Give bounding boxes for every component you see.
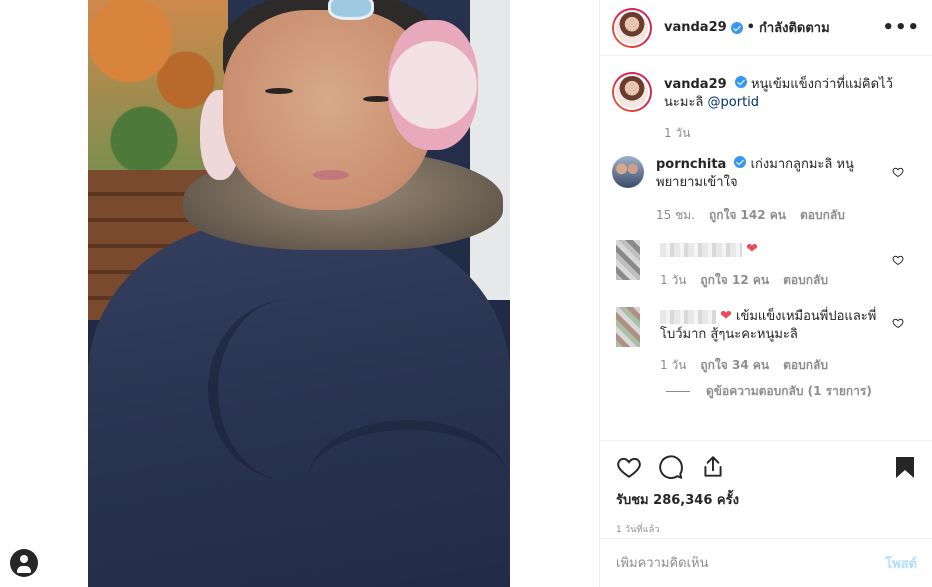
comment-time[interactable]: 1 วัน xyxy=(660,271,686,289)
view-replies-button[interactable]: ดูข้อความตอบกลับ (1 รายการ) xyxy=(666,382,916,401)
share-icon[interactable] xyxy=(700,454,726,480)
post-header: vanda29 • กำลังติดตาม ••• xyxy=(600,0,932,56)
post-photo[interactable] xyxy=(88,0,510,587)
views-suffix: ครั้ง xyxy=(716,493,739,508)
comment-like-heart-icon[interactable] xyxy=(892,254,904,266)
photo-eye xyxy=(363,96,391,102)
post-time-ago[interactable]: 1 วันที่แล้ว xyxy=(616,522,917,536)
comment-item: ❤ 1 วัน ถูกใจ 12 คน ตอบกลับ xyxy=(612,240,916,289)
commenter-avatar-blurred[interactable] xyxy=(616,307,640,347)
commenter-avatar[interactable] xyxy=(612,156,644,188)
caption-avatar-image xyxy=(614,74,650,110)
verified-badge-icon xyxy=(730,21,743,34)
caption-body: vanda29 หนูเข้มแข็งกว่าที่แม่คิดไว้นะมะล… xyxy=(664,72,902,142)
comment-like-heart-icon[interactable] xyxy=(892,166,904,178)
more-options-icon[interactable]: ••• xyxy=(882,17,920,38)
media-pane xyxy=(0,0,599,587)
comment-meta: 1 วัน ถูกใจ 12 คน ตอบกลับ xyxy=(660,271,898,289)
comment-likes[interactable]: ถูกใจ 34 คน xyxy=(700,356,769,374)
photo-hair-clip xyxy=(328,0,374,20)
caption-item: vanda29 หนูเข้มแข็งกว่าที่แม่คิดไว้นะมะล… xyxy=(612,72,916,142)
user-body-shape xyxy=(17,566,31,573)
comment-likes[interactable]: ถูกใจ 12 คน xyxy=(700,271,769,289)
comment-time[interactable]: 1 วัน xyxy=(660,356,686,374)
add-comment-input[interactable] xyxy=(616,555,886,571)
photo-coat-fold xyxy=(308,420,508,540)
comment-username-blurred xyxy=(660,309,716,324)
like-heart-icon[interactable] xyxy=(616,454,642,480)
user-head-shape xyxy=(20,555,28,563)
author-username[interactable]: vanda29 xyxy=(664,20,727,35)
comment-likes[interactable]: ถูกใจ 142 คน xyxy=(709,206,786,224)
red-heart-emoji: ❤ xyxy=(746,241,758,257)
photo-background-wall xyxy=(470,0,510,300)
author-avatar[interactable] xyxy=(612,7,652,48)
following-button[interactable]: กำลังติดตาม xyxy=(759,17,830,38)
red-heart-emoji: ❤ xyxy=(720,308,732,324)
comment-time[interactable]: 15 ชม. xyxy=(656,206,695,224)
view-replies-line xyxy=(666,391,690,392)
comment-meta: 15 ชม. ถูกใจ 142 คน ตอบกลับ xyxy=(656,206,894,224)
comment-body: ❤ 1 วัน ถูกใจ 12 คน ตอบกลับ xyxy=(660,240,898,289)
caption-mention-link[interactable]: @portid xyxy=(708,95,760,110)
photo-earmuff-right xyxy=(388,20,478,150)
comment-item: ❤ เข้มแข็งเหมือนพี่ปอและพี่โบว์มาก สู้ๆน… xyxy=(612,307,916,374)
comment-body: ❤ เข้มแข็งเหมือนพี่ปอและพี่โบว์มาก สู้ๆน… xyxy=(660,307,898,374)
caption-username[interactable]: vanda29 xyxy=(664,77,727,92)
comment-meta: 1 วัน ถูกใจ 34 คน ตอบกลับ xyxy=(660,356,898,374)
views-count[interactable]: รับชม 286,346 ครั้ง xyxy=(616,489,917,510)
verified-badge-icon xyxy=(734,76,747,88)
views-number: 286,346 xyxy=(653,493,713,508)
photo-mouth xyxy=(313,170,349,180)
comment-item: pornchita เก่งมากลูกมะลิ หนูพยายามเข้าใจ… xyxy=(612,156,916,224)
comment-username[interactable]: pornchita xyxy=(656,157,726,172)
comment-reply-button[interactable]: ตอบกลับ xyxy=(800,206,845,224)
author-avatar-image xyxy=(614,9,650,46)
post-comment-button[interactable]: โพสต์ xyxy=(885,553,917,574)
photo-eye xyxy=(265,88,293,94)
views-label: รับชม xyxy=(616,493,649,508)
comment-username-blurred xyxy=(660,242,742,257)
commenter-avatar-blurred[interactable] xyxy=(616,240,640,280)
comments-list[interactable]: vanda29 หนูเข้มแข็งกว่าที่แม่คิดไว้นะมะล… xyxy=(600,56,932,438)
bookmark-filled-icon[interactable] xyxy=(893,454,917,480)
caption-time[interactable]: 1 วัน xyxy=(664,124,690,142)
comment-body: pornchita เก่งมากลูกมะลิ หนูพยายามเข้าใจ… xyxy=(656,156,894,224)
verified-badge-icon xyxy=(734,156,747,168)
comment-reply-button[interactable]: ตอบกลับ xyxy=(783,271,828,289)
user-profile-icon[interactable] xyxy=(10,549,38,577)
post-details-pane: vanda29 • กำลังติดตาม ••• vanda29 หนูเข้… xyxy=(599,0,932,587)
author-info: vanda29 • กำลังติดตาม xyxy=(664,17,830,38)
post-actions: รับชม 286,346 ครั้ง 1 วันที่แล้ว xyxy=(600,440,932,536)
add-comment-bar: โพสต์ xyxy=(600,538,932,587)
comment-icon[interactable] xyxy=(658,454,684,480)
view-replies-label[interactable]: ดูข้อความตอบกลับ (1 รายการ) xyxy=(706,382,872,401)
caption-meta: 1 วัน xyxy=(664,124,902,142)
comment-reply-button[interactable]: ตอบกลับ xyxy=(783,356,828,374)
comment-like-heart-icon[interactable] xyxy=(892,317,904,329)
caption-avatar[interactable] xyxy=(612,72,652,112)
separator-dot: • xyxy=(746,20,755,35)
action-bar xyxy=(616,451,917,483)
